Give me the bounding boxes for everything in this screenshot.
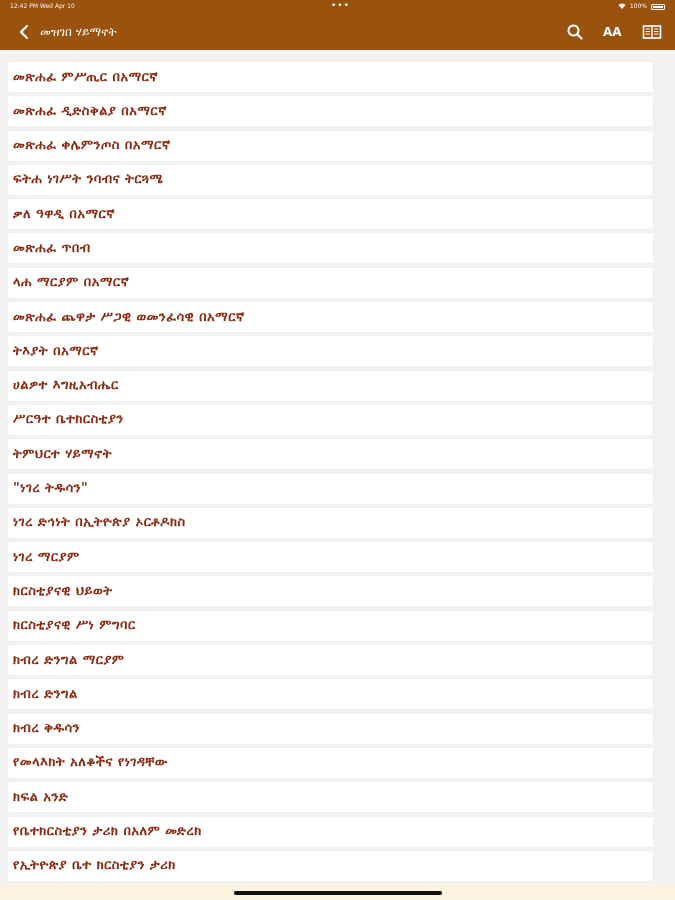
list-item[interactable]: ክፍል አንድ <box>8 782 653 813</box>
status-time: 12:42 PM Wed Apr 10 <box>10 3 75 10</box>
list-item-label: የቤተክርስቲያን ታሪክ በአለም መድረክ <box>13 824 202 840</box>
status-right: 100% <box>618 0 665 14</box>
battery-percent: 100% <box>629 3 647 10</box>
home-indicator[interactable] <box>234 891 442 895</box>
list-item-label: ነገረ ድኅነት በኢትዮጵያ ኦርቶዶክስ <box>13 515 186 531</box>
list-item-label: መጽሐፈ ጨዋታ ሥጋዊ ወመንፈሳዊ በአማርኛ <box>13 309 245 325</box>
book-icon[interactable] <box>642 23 662 41</box>
list-item[interactable]: ቃለ ዓዋዲ በአማርኛ <box>8 199 653 230</box>
search-icon[interactable] <box>566 23 584 41</box>
list-item[interactable]: ክርስቲያናዊ ህይወት <box>8 576 653 607</box>
list-item-label: መጽሐፈ ጥበብ <box>13 240 91 256</box>
list-item[interactable]: ክርስቲያናዊ ሥነ ምግባር <box>8 610 653 641</box>
list-item-label: ክብረ ድንግል ማርያም <box>13 652 125 668</box>
list-item-label: ትእያት በአማርኛ <box>13 343 99 359</box>
book-list: መጽሐፈ ምሥጢር በአማርኛ መጽሐፈ ዲድስቅልያ በአማርኛ መጽሐፈ ቀሌም… <box>8 62 653 885</box>
list-item-label: ክርስቲያናዊ ሥነ ምግባር <box>13 618 136 634</box>
list-item[interactable]: መጽሐፈ ጨዋታ ሥጋዊ ወመንፈሳዊ በአማርኛ <box>8 302 653 333</box>
list-item[interactable]: ነገረ ድኅነት በኢትዮጵያ ኦርቶዶክስ <box>8 507 653 538</box>
list-item[interactable]: መጽሐፈ ቀሌምንጦስ በአማርኛ <box>8 130 653 161</box>
list-item-label: መጽሐፈ ቀሌምንጦስ በአማርኛ <box>13 138 171 154</box>
list-item-label: ፍትሐ ነገሥት ንባብና ትርጓሜ <box>13 172 164 188</box>
list-item[interactable]: ክብረ ድንግል <box>8 679 653 710</box>
back-icon[interactable] <box>16 23 34 41</box>
list-item[interactable]: ፍትሐ ነገሥት ንባብና ትርጓሜ <box>8 164 653 195</box>
list-item-label: የመላእክት አለቆችና የነገዳቸው <box>13 755 168 771</box>
list-item-label: የኢትዮጵያ ቤተ ክርስቲያን ታሪክ <box>13 858 176 874</box>
navigation-bar: መዝገበ ሃይማኖት AA <box>0 14 675 50</box>
list-item[interactable]: ላሐ ማርያም በአማርኛ <box>8 267 653 298</box>
font-size-icon[interactable]: AA <box>603 23 625 41</box>
status-bar: 12:42 PM Wed Apr 10 ••• 100% <box>0 0 675 14</box>
battery-icon <box>651 4 665 10</box>
list-item[interactable]: ትእያት በአማርኛ <box>8 336 653 367</box>
list-item[interactable]: ትምህርተ ሃይማኖት <box>8 439 653 470</box>
list-item-label: መጽሐፈ ዲድስቅልያ በአማርኛ <box>13 103 167 119</box>
list-item[interactable]: የቤተክርስቲያን ታሪክ በአለም መድረክ <box>8 816 653 847</box>
list-item-label: ነገረ ማርያም <box>13 549 80 565</box>
list-item[interactable]: መጽሐፈ ምሥጢር በአማርኛ <box>8 62 653 92</box>
list-item[interactable]: የመላእክት አለቆችና የነገዳቸው <box>8 747 653 778</box>
list-item-label: ላሐ ማርያም በአማርኛ <box>13 275 130 291</box>
list-item-label: ትምህርተ ሃይማኖት <box>13 446 113 462</box>
page-title: መዝገበ ሃይማኖት <box>40 25 117 39</box>
list-item[interactable]: የኢትዮጵያ ቤተ ክርስቲያን ታሪክ <box>8 850 653 881</box>
list-item-label: ክብረ ድንግል <box>13 686 78 702</box>
wifi-icon <box>618 0 626 14</box>
list-item[interactable]: ነገረ ማርያም <box>8 542 653 573</box>
list-item-label: "ነገረ ትዱሳን" <box>13 481 89 497</box>
list-item[interactable]: መጽሐፈ ዲድስቅልያ በአማርኛ <box>8 96 653 127</box>
list-item-label: መጽሐፈ ምሥጢር በአማርኛ <box>13 69 159 85</box>
list-item-label: ክርስቲያናዊ ህይወት <box>13 583 113 599</box>
list-item-label: ክብረ ቅዱሳን <box>13 721 80 737</box>
multitask-dots[interactable]: ••• <box>331 0 350 13</box>
list-item[interactable]: ሀልዎተ እግዚአብሔር <box>8 370 653 401</box>
app-header: 12:42 PM Wed Apr 10 ••• 100% መዝገበ ሃይማኖት … <box>0 0 675 50</box>
list-item[interactable]: ሥርዓተ ቤተክርስቲያን <box>8 404 653 435</box>
list-item-label: ክፍል አንድ <box>13 789 69 805</box>
list-item-label: ቃለ ዓዋዲ በአማርኛ <box>13 206 115 222</box>
list-item-label: ሥርዓተ ቤተክርስቲያን <box>13 412 124 428</box>
list-item[interactable]: ክብረ ቅዱሳን <box>8 713 653 744</box>
list-item[interactable]: "ነገረ ትዱሳን" <box>8 473 653 504</box>
list-item-label: ሀልዎተ እግዚአብሔር <box>13 378 119 394</box>
list-item[interactable]: መጽሐፈ ጥበብ <box>8 233 653 264</box>
list-item[interactable]: ክብረ ድንግል ማርያም <box>8 645 653 676</box>
